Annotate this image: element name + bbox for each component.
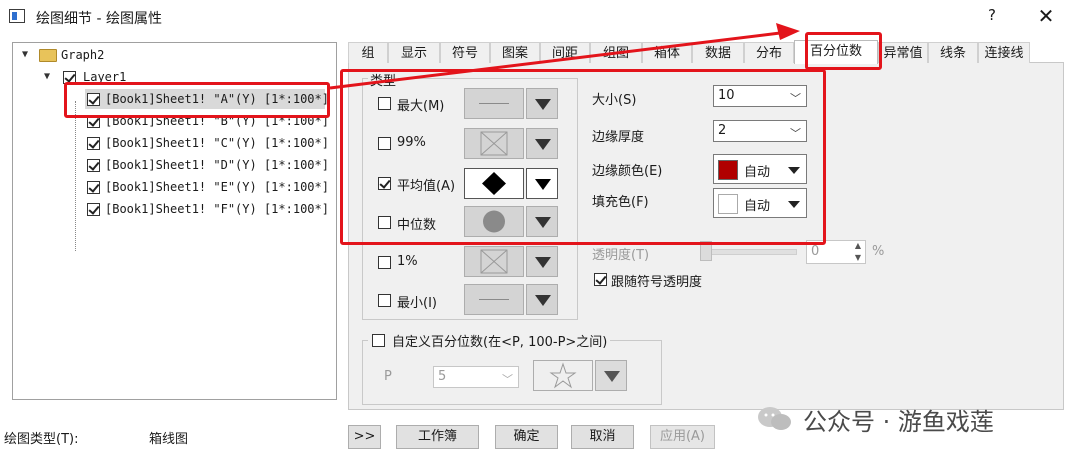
annotation-arrow	[329, 23, 800, 90]
